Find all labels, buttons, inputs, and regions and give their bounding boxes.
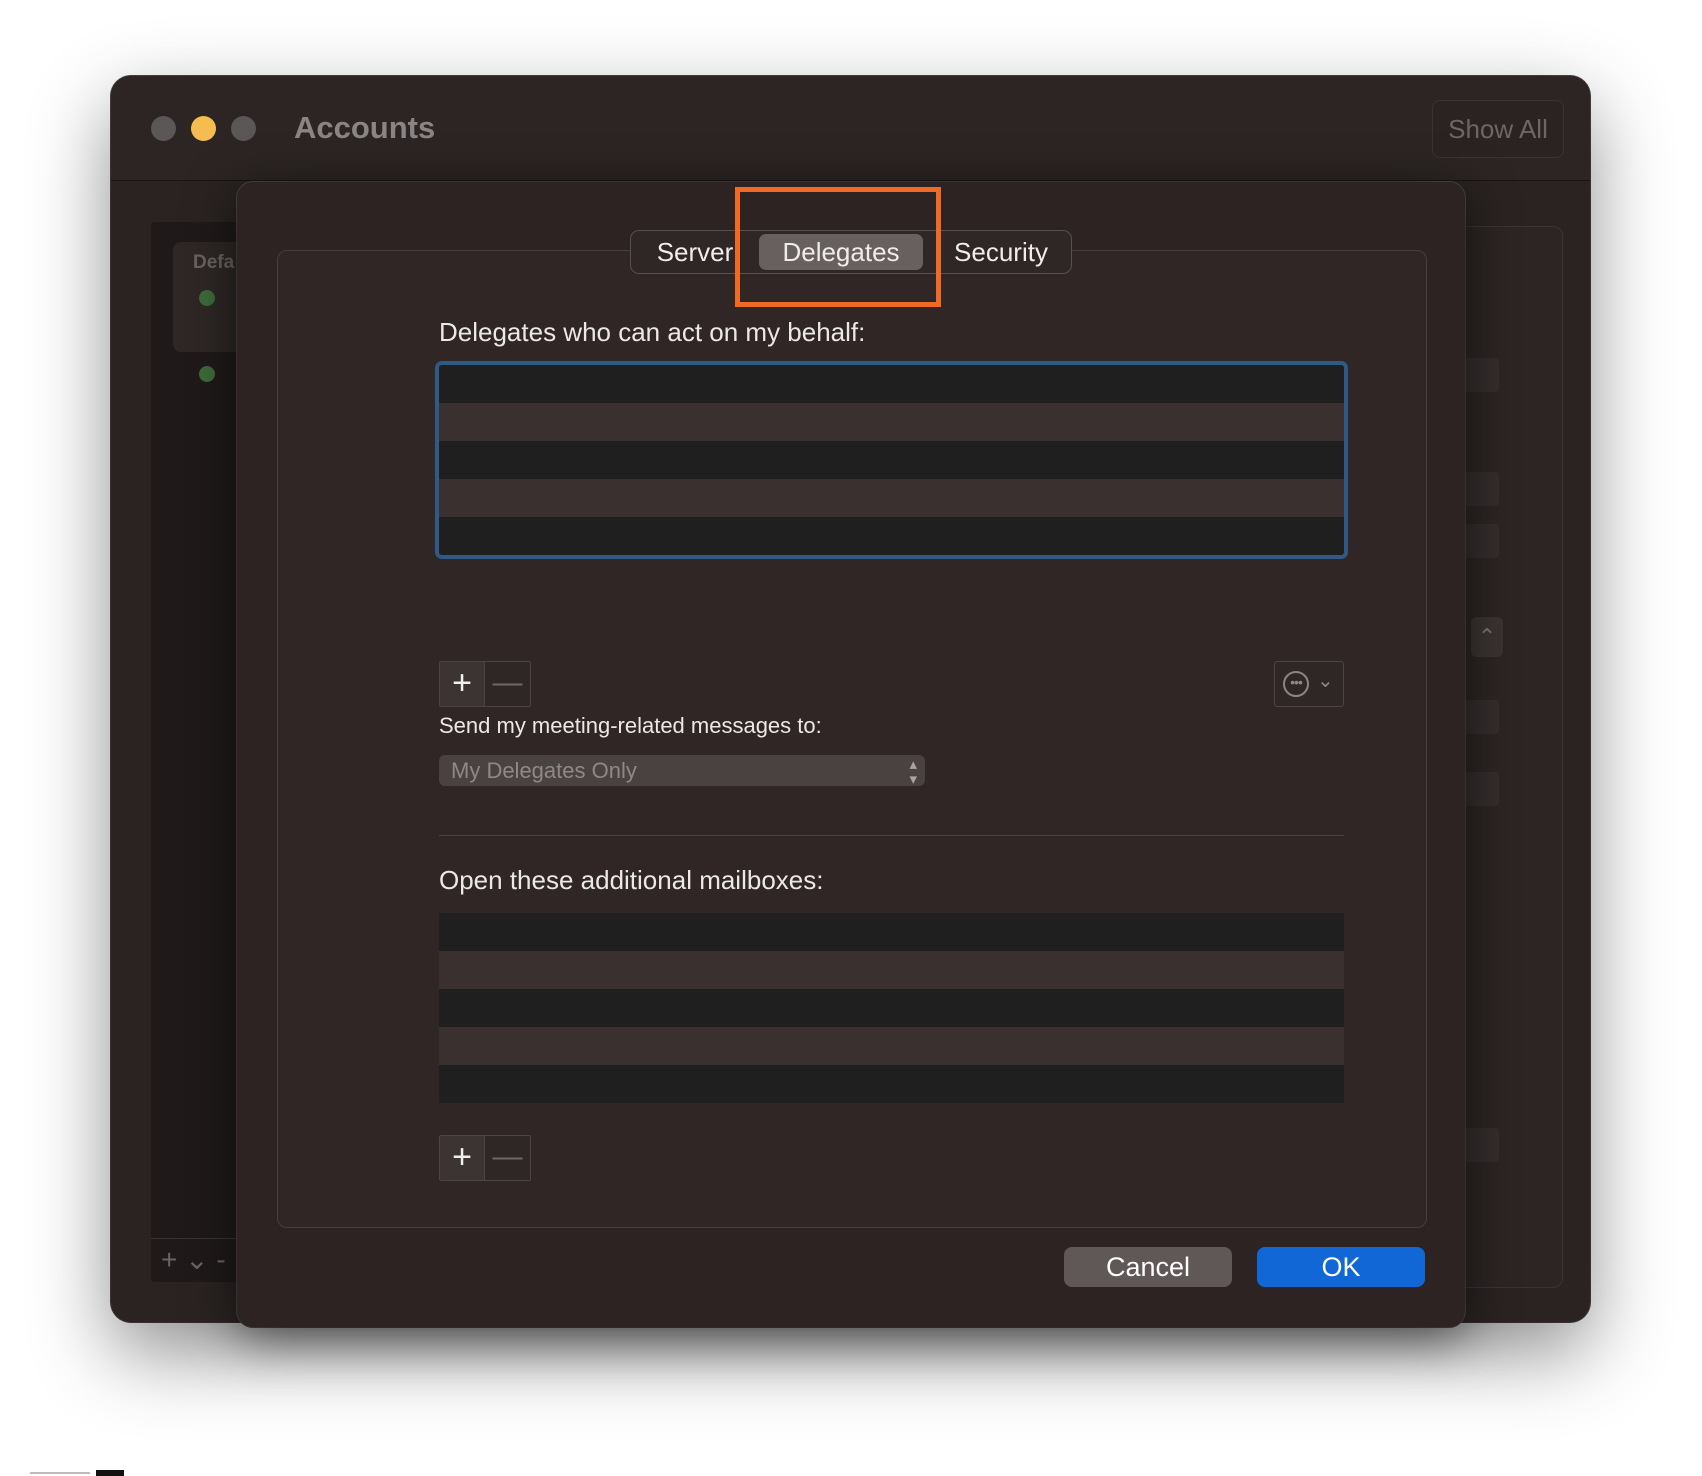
meeting-messages-select[interactable]: My Delegates Only ▴ ▾ <box>439 755 925 788</box>
delegates-tab-highlight <box>735 187 941 307</box>
minimize-window-button[interactable] <box>191 116 216 141</box>
ok-button[interactable]: OK <box>1257 1247 1425 1287</box>
list-item[interactable] <box>439 1065 1344 1103</box>
details-field <box>1463 1128 1499 1162</box>
list-item[interactable] <box>439 913 1344 951</box>
cancel-button[interactable]: Cancel <box>1064 1247 1232 1287</box>
account-status-dot <box>199 366 215 382</box>
details-field <box>1463 472 1499 506</box>
chevron-down-icon: ⌄ <box>1317 670 1334 692</box>
add-delegate-button[interactable]: + <box>440 662 485 706</box>
list-item[interactable] <box>439 1027 1344 1065</box>
tab-security[interactable]: Security <box>931 231 1071 273</box>
list-item[interactable] <box>439 989 1344 1027</box>
details-field <box>1463 524 1499 558</box>
remove-delegate-button[interactable]: — <box>485 662 530 706</box>
list-item[interactable] <box>439 951 1344 989</box>
delegates-label: Delegates who can act on my behalf: <box>439 317 866 347</box>
sidebar-default-label: Defa <box>193 252 235 273</box>
account-status-dot <box>199 290 215 306</box>
mailboxes-label: Open these additional mailboxes: <box>439 865 824 895</box>
window-titlebar: Accounts Show All <box>111 76 1590 181</box>
list-item[interactable] <box>439 441 1344 479</box>
remove-mailbox-button[interactable]: — <box>485 1136 530 1180</box>
section-divider <box>439 835 1344 836</box>
account-settings-sheet: Delegates who can act on my behalf: + — … <box>237 182 1465 1327</box>
mailboxes-list[interactable] <box>439 913 1344 1103</box>
add-mailbox-button[interactable]: + <box>440 1136 485 1180</box>
details-stepper[interactable]: ⌃ <box>1471 617 1503 657</box>
list-item[interactable] <box>439 517 1344 555</box>
details-field <box>1463 358 1499 392</box>
close-window-button[interactable] <box>151 116 176 141</box>
ellipsis-circle-icon: ••• <box>1283 671 1309 697</box>
delegates-add-remove: + — <box>439 661 531 707</box>
show-all-button[interactable]: Show All <box>1432 100 1564 158</box>
list-item[interactable] <box>439 479 1344 517</box>
up-down-arrows-icon: ▴ ▾ <box>909 756 917 788</box>
meeting-messages-label: Send my meeting-related messages to: <box>439 713 822 738</box>
window-title: Accounts <box>294 110 436 145</box>
edge-artifact <box>96 1470 124 1476</box>
list-item[interactable] <box>439 403 1344 441</box>
delegate-action-menu[interactable]: ••• ⌄ <box>1274 661 1344 707</box>
list-item[interactable] <box>439 365 1344 403</box>
delegates-list[interactable] <box>439 365 1344 555</box>
details-field <box>1463 700 1499 734</box>
edge-artifact <box>30 1472 90 1474</box>
zoom-window-button[interactable] <box>231 116 256 141</box>
mailboxes-add-remove: + — <box>439 1135 531 1181</box>
meeting-messages-value: My Delegates Only <box>451 758 637 783</box>
tab-content-panel: Delegates who can act on my behalf: + — … <box>277 250 1427 1228</box>
details-field <box>1463 772 1499 806</box>
